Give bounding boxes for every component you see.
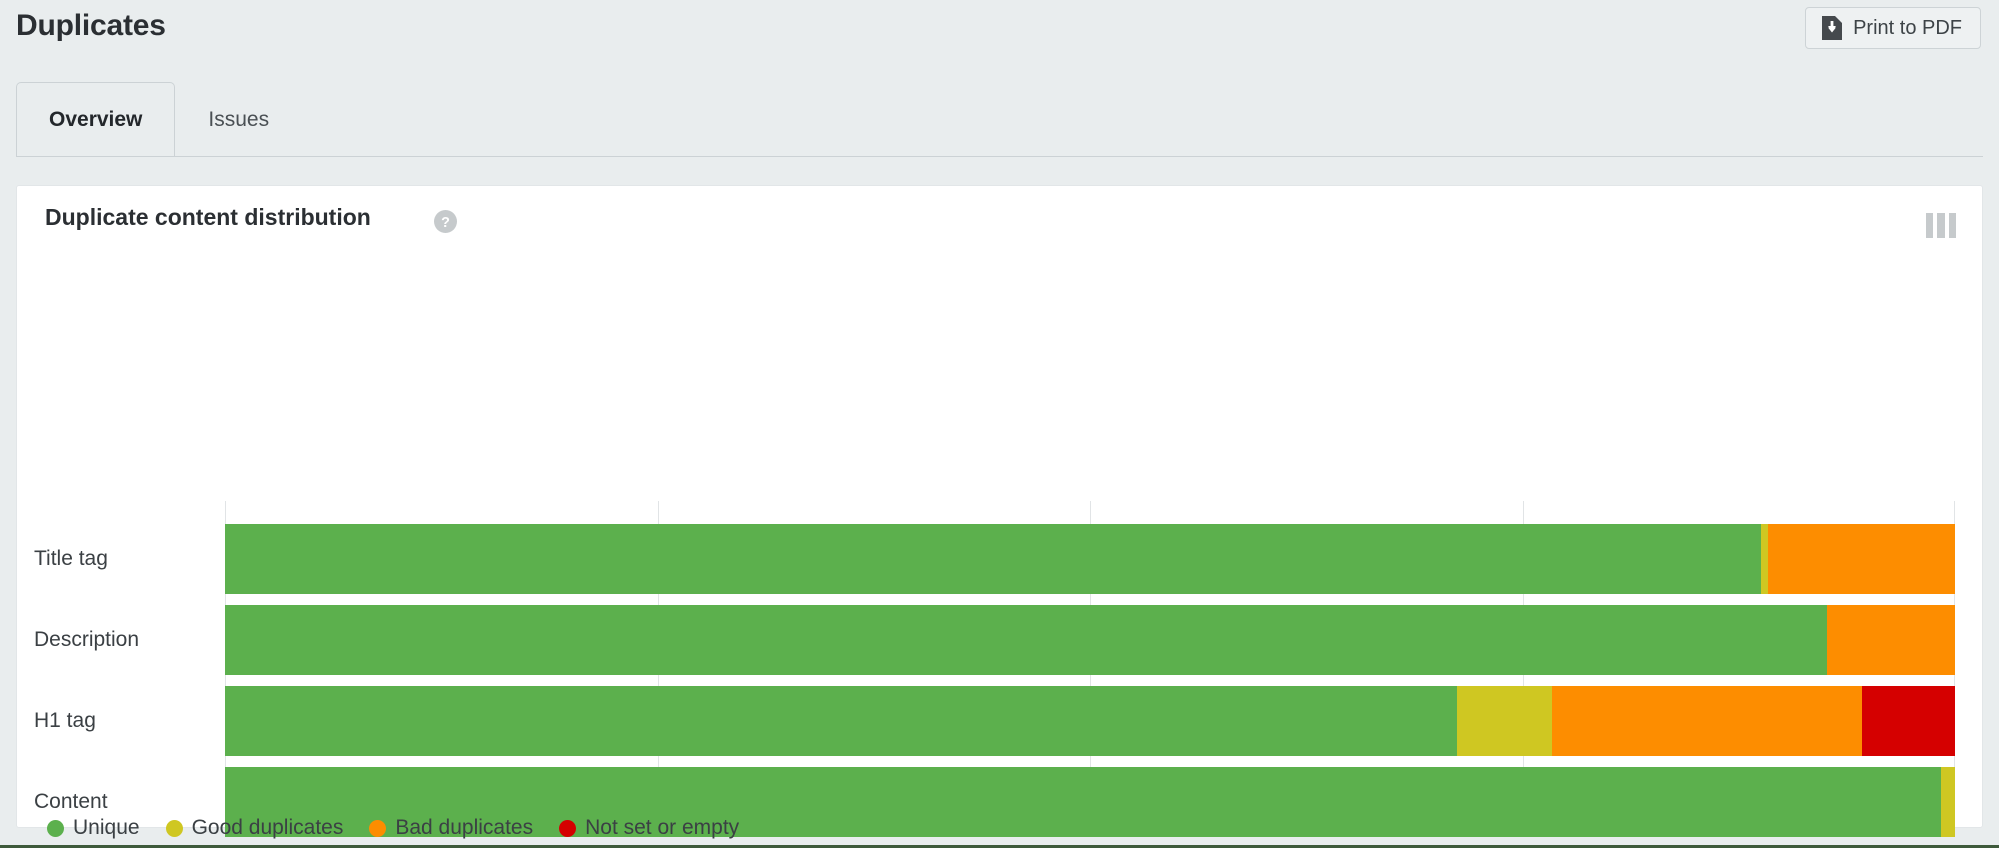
bar-segment-bad-duplicates[interactable] xyxy=(1768,524,1955,594)
legend-item-good-duplicates[interactable]: Good duplicates xyxy=(165,816,344,840)
legend-label: Unique xyxy=(73,816,140,839)
svg-text:?: ? xyxy=(441,215,450,231)
legend-color-dot xyxy=(47,819,64,837)
print-to-pdf-button[interactable]: Print to PDF xyxy=(1805,7,1981,49)
bar-segment-bad-duplicates[interactable] xyxy=(1826,605,1955,675)
column-bar-3 xyxy=(1948,213,1956,238)
legend-item-not-set-or-empty[interactable]: Not set or empty xyxy=(559,816,739,840)
duplicate-content-distribution-card: Duplicate content distribution ? Title t… xyxy=(16,185,1983,848)
chart-plot-area: Title tagDescriptionH1 tagContent 0%25%5… xyxy=(34,501,1955,848)
chart-category-label: Content xyxy=(34,790,108,813)
file-download-icon xyxy=(1822,16,1843,40)
chart-bar-rows: Title tag Description H1 tag Content xyxy=(34,524,1955,848)
tab-bar-divider xyxy=(16,156,1983,157)
legend-color-dot xyxy=(165,819,183,837)
tab-bar: Overview Issues xyxy=(16,82,302,158)
legend-item-bad-duplicates[interactable]: Bad duplicates xyxy=(369,816,533,840)
tab-overview[interactable]: Overview xyxy=(16,82,176,158)
legend-label: Bad duplicates xyxy=(395,816,534,839)
columns-icon[interactable] xyxy=(1926,213,1956,238)
bar-segment-good-duplicates[interactable] xyxy=(1761,524,1769,594)
column-bar-2 xyxy=(1937,213,1945,238)
duplicates-page: Duplicates Print to PDF Overview Issues … xyxy=(0,0,1999,848)
legend-label: Good duplicates xyxy=(191,816,344,839)
legend-color-dot xyxy=(559,819,577,837)
tab-issues[interactable]: Issues xyxy=(175,82,302,157)
column-bar-1 xyxy=(1926,213,1934,238)
chart-category-label: Description xyxy=(34,628,140,651)
duplicate-content-chart: Title tagDescriptionH1 tagContent 0%25%5… xyxy=(17,248,1982,848)
chart-bar-row: Description xyxy=(34,605,1955,675)
question-mark-circle-icon[interactable]: ? xyxy=(434,210,457,233)
legend-label: Not set or empty xyxy=(585,816,740,839)
tab-issues-label: Issues xyxy=(208,108,270,131)
bar-segment-unique[interactable] xyxy=(225,686,1457,756)
bar-segment-not-set-or-empty[interactable] xyxy=(1861,686,1955,756)
bar-segment-good-duplicates[interactable] xyxy=(1941,767,1955,837)
bar-segment-bad-duplicates[interactable] xyxy=(1551,686,1862,756)
page-header: Duplicates Print to PDF xyxy=(0,0,1999,62)
tab-overview-label: Overview xyxy=(49,108,143,131)
card-header: Duplicate content distribution ? xyxy=(17,186,1982,248)
chart-legend: Unique Good duplicates Bad duplicates Not s… xyxy=(47,816,739,840)
bar-segment-unique[interactable] xyxy=(225,524,1762,594)
chart-bar-row: H1 tag xyxy=(34,686,1955,756)
bar-segment-good-duplicates[interactable] xyxy=(1456,686,1552,756)
page-title: Duplicates xyxy=(16,9,166,42)
chart-category-label: Title tag xyxy=(34,547,108,570)
chart-bar-row: Title tag xyxy=(34,524,1955,594)
legend-color-dot xyxy=(369,819,387,837)
legend-item-unique[interactable]: Unique xyxy=(47,816,140,840)
print-to-pdf-label: Print to PDF xyxy=(1853,16,1962,39)
chart-category-label: H1 tag xyxy=(34,709,96,732)
card-title: Duplicate content distribution xyxy=(45,204,371,230)
bar-segment-unique[interactable] xyxy=(225,605,1827,675)
